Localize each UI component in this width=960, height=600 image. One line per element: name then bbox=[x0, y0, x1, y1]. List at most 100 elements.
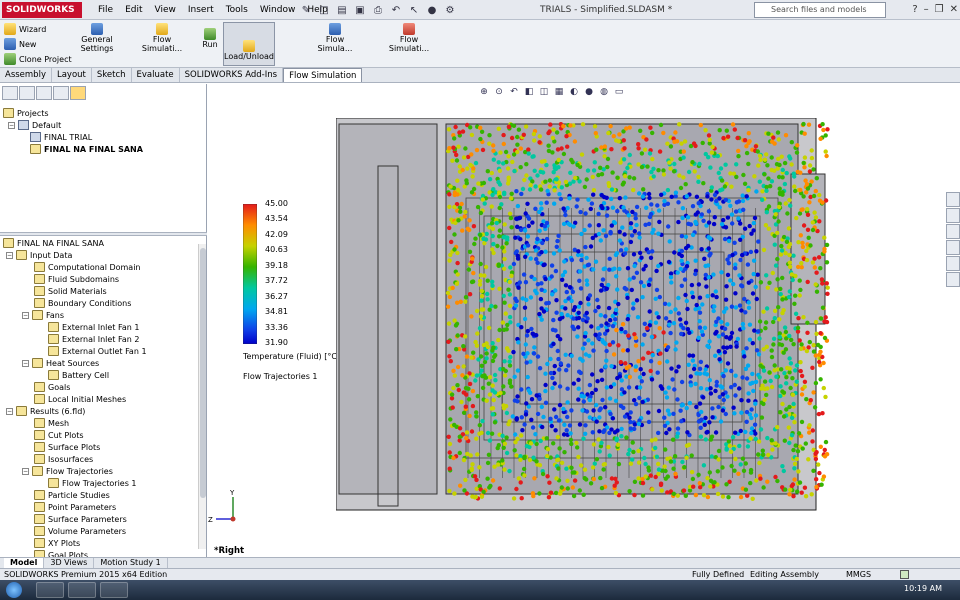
run-button[interactable]: Run bbox=[198, 28, 222, 49]
graphics-area[interactable]: ⊕ ⊙ ↶ ◧ ◫ ▦ ◐ ● ◍ ▭ 45.00 43.54 42.09 40… bbox=[208, 84, 960, 558]
solidworks-logo[interactable]: SOLIDWORKS bbox=[2, 2, 82, 18]
tree-particle-studies[interactable]: Particle Studies bbox=[34, 490, 110, 500]
minimize-icon[interactable]: – bbox=[924, 2, 929, 18]
tree-isosurfaces[interactable]: Isosurfaces bbox=[34, 454, 93, 464]
load-unload-button[interactable]: Load/Unload bbox=[223, 22, 275, 66]
display-manager-icon[interactable] bbox=[53, 86, 69, 100]
zoom-to-fit-icon[interactable]: ⊕ bbox=[478, 86, 490, 98]
display-style-icon[interactable]: ▦ bbox=[553, 86, 565, 98]
view-orientation-icon[interactable]: ◫ bbox=[538, 86, 550, 98]
menu-file[interactable]: File bbox=[92, 0, 119, 20]
view-palette-icon[interactable] bbox=[946, 240, 960, 255]
solidworks-taskbar-icon[interactable] bbox=[100, 582, 128, 598]
general-settings-button[interactable]: General Settings bbox=[74, 23, 120, 53]
explorer-taskbar-icon[interactable] bbox=[68, 582, 96, 598]
tab-assembly[interactable]: Assembly bbox=[0, 68, 52, 82]
enclosure-model[interactable] bbox=[336, 118, 836, 518]
flow-simulation-button-1[interactable]: Flow Simulati... bbox=[140, 23, 184, 53]
select-arrow-icon[interactable]: ↖ bbox=[406, 2, 422, 18]
menu-edit[interactable]: Edit bbox=[119, 0, 148, 20]
restore-icon[interactable]: ❐ bbox=[935, 2, 944, 18]
tree-mesh[interactable]: Mesh bbox=[34, 418, 69, 428]
tree-final-na-final-sana[interactable]: FINAL NA FINAL SANA bbox=[30, 144, 143, 154]
tree-input-data[interactable]: − Input Data bbox=[6, 250, 72, 260]
new-doc-icon[interactable]: □ bbox=[316, 2, 332, 18]
view-settings-icon[interactable]: ▭ bbox=[613, 86, 625, 98]
custom-properties-icon[interactable] bbox=[946, 272, 960, 287]
tab-layout[interactable]: Layout bbox=[52, 68, 92, 82]
chrome-taskbar-icon[interactable] bbox=[36, 582, 64, 598]
tree-fan-3[interactable]: External Outlet Fan 1 bbox=[48, 346, 147, 356]
tree-computational-domain[interactable]: Computational Domain bbox=[34, 262, 141, 272]
wizard-button[interactable]: Wizard bbox=[4, 23, 46, 35]
tree-surface-plots[interactable]: Surface Plots bbox=[34, 442, 100, 452]
start-button-icon[interactable] bbox=[6, 582, 22, 598]
edit-appearance-icon[interactable]: ● bbox=[583, 86, 595, 98]
tree-final-trial[interactable]: FINAL TRIAL bbox=[30, 132, 92, 142]
help-icon[interactable]: ? bbox=[912, 2, 917, 18]
tree-surface-parameters[interactable]: Surface Parameters bbox=[34, 514, 127, 524]
tab-addins[interactable]: SOLIDWORKS Add-Ins bbox=[180, 68, 284, 82]
options-icon[interactable]: ⚙ bbox=[442, 2, 458, 18]
tree-volume-parameters[interactable]: Volume Parameters bbox=[34, 526, 126, 536]
tree-point-parameters[interactable]: Point Parameters bbox=[34, 502, 116, 512]
tab-motion-study[interactable]: Motion Study 1 bbox=[94, 558, 168, 568]
close-icon[interactable]: ✕ bbox=[950, 2, 958, 18]
tree-scrollbar[interactable] bbox=[198, 244, 206, 549]
traffic-light-icon[interactable]: ● bbox=[424, 2, 440, 18]
search-input[interactable]: Search files and models bbox=[754, 2, 886, 18]
menu-view[interactable]: View bbox=[149, 0, 182, 20]
property-manager-icon[interactable] bbox=[19, 86, 35, 100]
print-icon[interactable]: ⎙ bbox=[370, 2, 386, 18]
pin-icon[interactable]: ✎ bbox=[298, 2, 314, 18]
menu-window[interactable]: Window bbox=[254, 0, 302, 20]
new-project-button[interactable]: New bbox=[4, 38, 36, 50]
zoom-area-icon[interactable]: ⊙ bbox=[493, 86, 505, 98]
configuration-manager-icon[interactable] bbox=[36, 86, 52, 100]
tree-cut-plots[interactable]: Cut Plots bbox=[34, 430, 84, 440]
appearances-icon[interactable] bbox=[946, 256, 960, 271]
tree-fluid-subdomains[interactable]: Fluid Subdomains bbox=[34, 274, 119, 284]
panel-splitter[interactable] bbox=[0, 232, 207, 236]
scrollbar-thumb[interactable] bbox=[200, 248, 206, 498]
tree-fan-1[interactable]: External Inlet Fan 1 bbox=[48, 322, 139, 332]
tree-goals[interactable]: Goals bbox=[34, 382, 70, 392]
tree-solid-materials[interactable]: Solid Materials bbox=[34, 286, 107, 296]
feature-tree-icon[interactable] bbox=[2, 86, 18, 100]
section-view-icon[interactable]: ◧ bbox=[523, 86, 535, 98]
flow-analysis-tree-icon[interactable] bbox=[70, 86, 86, 100]
design-library-icon[interactable] bbox=[946, 208, 960, 223]
tree-heat-sources[interactable]: − Heat Sources bbox=[22, 358, 99, 368]
tree-default[interactable]: − Default bbox=[8, 120, 61, 130]
tab-model[interactable]: Model bbox=[4, 558, 45, 568]
tree-projects[interactable]: Projects bbox=[3, 108, 49, 118]
undo-icon[interactable]: ↶ bbox=[388, 2, 404, 18]
tree-local-meshes[interactable]: Local Initial Meshes bbox=[34, 394, 126, 404]
status-units[interactable]: MMGS bbox=[846, 569, 871, 580]
flow-simulation-button-3[interactable]: Flow Simulati... bbox=[386, 23, 432, 53]
open-folder-icon[interactable]: ▤ bbox=[334, 2, 350, 18]
analysis-root[interactable]: FINAL NA FINAL SANA bbox=[3, 238, 104, 248]
flow-simulation-button-2[interactable]: Flow Simula... bbox=[312, 23, 358, 53]
tree-results[interactable]: − Results (6.fld) bbox=[6, 406, 85, 416]
tree-battery-cell[interactable]: Battery Cell bbox=[48, 370, 109, 380]
tree-flow-trajectories-1[interactable]: Flow Trajectories 1 bbox=[48, 478, 137, 488]
apply-scene-icon[interactable]: ◍ bbox=[598, 86, 610, 98]
file-explorer-icon[interactable] bbox=[946, 224, 960, 239]
tree-fan-2[interactable]: External Inlet Fan 2 bbox=[48, 334, 139, 344]
hide-show-icon[interactable]: ◐ bbox=[568, 86, 580, 98]
status-help-icon[interactable] bbox=[900, 570, 909, 579]
tree-xy-plots[interactable]: XY Plots bbox=[34, 538, 80, 548]
tab-sketch[interactable]: Sketch bbox=[92, 68, 132, 82]
tree-flow-trajectories[interactable]: − Flow Trajectories bbox=[22, 466, 113, 476]
tab-flow-simulation[interactable]: Flow Simulation bbox=[283, 68, 363, 82]
tree-fans[interactable]: − Fans bbox=[22, 310, 64, 320]
solidworks-resources-icon[interactable] bbox=[946, 192, 960, 207]
tab-3d-views[interactable]: 3D Views bbox=[44, 558, 95, 568]
menu-insert[interactable]: Insert bbox=[182, 0, 220, 20]
save-icon[interactable]: ▣ bbox=[352, 2, 368, 18]
clone-project-button[interactable]: Clone Project bbox=[4, 53, 72, 65]
menu-tools[interactable]: Tools bbox=[220, 0, 254, 20]
previous-view-icon[interactable]: ↶ bbox=[508, 86, 520, 98]
tab-evaluate[interactable]: Evaluate bbox=[132, 68, 180, 82]
